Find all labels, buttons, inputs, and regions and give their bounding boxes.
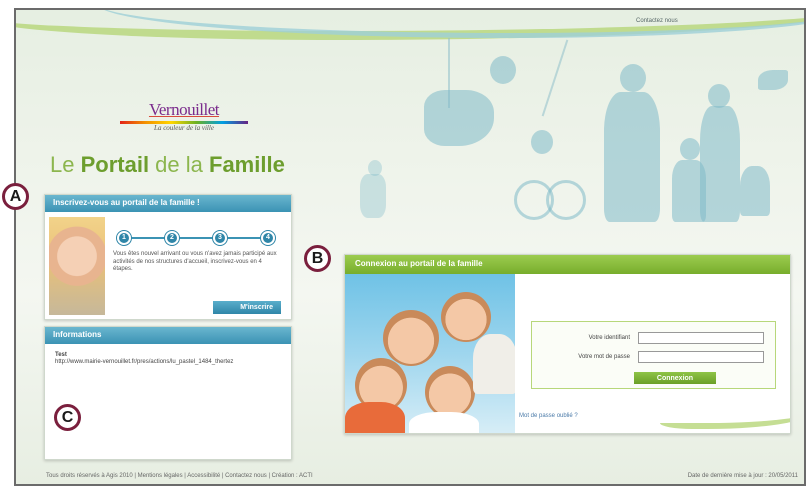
- signup-panel: Inscrivez-vous au portail de la famille …: [44, 194, 292, 320]
- logo-name: Vernouillet: [148, 100, 220, 119]
- contact-link-top[interactable]: Contactez nous: [636, 18, 678, 24]
- steps-line: [123, 237, 271, 239]
- title-part-3: de la: [149, 152, 209, 177]
- portal-title: Le Portail de la Famille: [50, 152, 285, 178]
- portal-page: Contactez nous Vernouillet La couleur de…: [14, 8, 806, 486]
- login-swoosh: [660, 399, 790, 429]
- marker-b: B: [304, 245, 331, 272]
- login-form: Votre identifiant Votre mot de passe Con…: [531, 321, 776, 389]
- title-part-1: Le: [50, 152, 81, 177]
- info-panel: Informations Test http://www.mairie-vern…: [44, 326, 292, 460]
- footer-links[interactable]: Tous droits réservés à Agis 2010 | Menti…: [46, 473, 313, 479]
- connect-button[interactable]: Connexion: [634, 372, 716, 384]
- logo-tagline: La couleur de la ville: [154, 124, 214, 132]
- info-link[interactable]: http://www.mairie-vernouillet.fr/pres/ac…: [55, 359, 233, 365]
- signup-button[interactable]: M'inscrire: [213, 301, 281, 314]
- step-1: 1: [117, 231, 131, 245]
- identifier-label: Votre identifiant: [588, 335, 630, 341]
- password-input[interactable]: [638, 351, 764, 363]
- marker-c: C: [54, 404, 81, 431]
- footer-update-date: Date de dernière mise à jour : 20/05/201…: [687, 473, 798, 479]
- login-panel-title: Connexion au portail de la famille: [345, 255, 790, 274]
- password-row: Votre mot de passe: [532, 351, 775, 363]
- identifier-input[interactable]: [638, 332, 764, 344]
- child-photo: [49, 217, 105, 315]
- step-4: 4: [261, 231, 275, 245]
- signup-steps: 1 2 3 4: [117, 231, 277, 245]
- signup-panel-title: Inscrivez-vous au portail de la famille …: [45, 195, 291, 212]
- info-body: Test http://www.mairie-vernouillet.fr/pr…: [45, 344, 291, 374]
- marker-a: A: [2, 183, 29, 210]
- step-2: 2: [165, 231, 179, 245]
- title-part-2: Portail: [80, 152, 150, 177]
- forgot-password-link[interactable]: Mot de passe oublié ?: [519, 413, 578, 419]
- step-3: 3: [213, 231, 227, 245]
- info-panel-title: Informations: [45, 327, 291, 344]
- city-logo[interactable]: Vernouillet La couleur de la ville: [114, 100, 254, 132]
- info-label: Test: [55, 352, 67, 358]
- password-label: Votre mot de passe: [578, 354, 630, 360]
- title-part-4: Famille: [209, 152, 285, 177]
- children-photo: [345, 274, 515, 433]
- identifier-row: Votre identifiant: [532, 332, 775, 344]
- login-panel: Connexion au portail de la famille Votre…: [344, 254, 791, 434]
- signup-description: Vous êtes nouvel arrivant ou vous n'avez…: [113, 251, 277, 272]
